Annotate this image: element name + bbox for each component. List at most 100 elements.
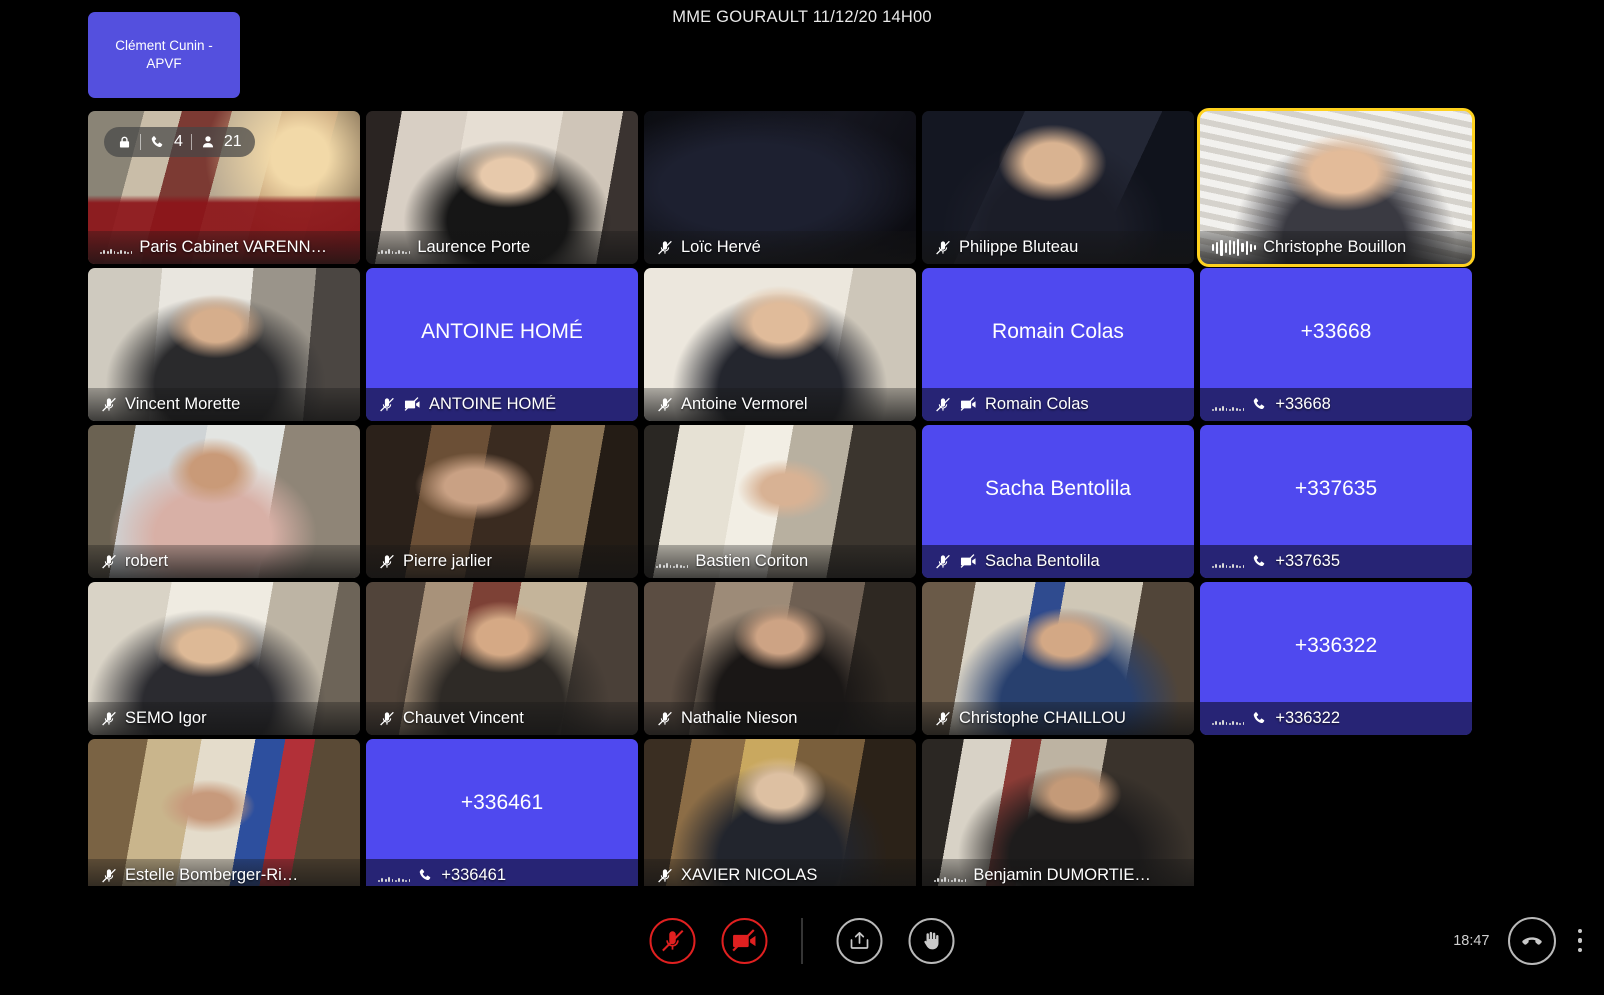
participant-name: +336461 bbox=[441, 866, 507, 884]
video-participant-count: 21 bbox=[223, 133, 242, 150]
placeholder-name: ANTOINE HOMÉ bbox=[421, 319, 583, 343]
participant-label-bar: robert bbox=[88, 545, 360, 578]
self-view-tile[interactable]: Clément Cunin - APVF bbox=[88, 12, 240, 98]
mic-muted-icon bbox=[100, 867, 118, 885]
kebab-dot bbox=[1577, 938, 1582, 943]
participant-tile-nathalie-nieson[interactable]: Nathalie Nieson bbox=[644, 582, 916, 735]
phone-icon bbox=[149, 134, 166, 151]
participant-tile-chauvet-vincent[interactable]: Chauvet Vincent bbox=[366, 582, 638, 735]
participant-name: Bastien Coriton bbox=[695, 552, 809, 570]
placeholder-name: +336322 bbox=[1294, 633, 1378, 657]
participant-label-bar: Vincent Morette bbox=[88, 388, 360, 421]
participant-tile-antoine-home[interactable]: ANTOINE HOMÉ ANTOINE HOMÉ bbox=[366, 268, 638, 421]
call-toolbar: 18:47 bbox=[0, 886, 1604, 995]
placeholder-name: +33668 bbox=[1300, 319, 1372, 343]
mic-muted-icon bbox=[378, 396, 396, 414]
participant-tile-christophe-bouillon[interactable]: Christophe Bouillon bbox=[1197, 108, 1475, 267]
participant-name: Laurence Porte bbox=[417, 238, 531, 256]
participant-label-bar: Chauvet Vincent bbox=[366, 702, 638, 735]
share-screen-icon bbox=[848, 929, 872, 953]
phone-icon bbox=[417, 867, 434, 884]
participant-tile-philippe-bluteau[interactable]: Philippe Bluteau bbox=[922, 111, 1194, 264]
right-gutter bbox=[1478, 0, 1604, 886]
participant-tile-xavier-nicolas[interactable]: XAVIER NICOLAS bbox=[644, 739, 916, 892]
participant-label-bar: SEMO Igor bbox=[88, 702, 360, 735]
placeholder-name: Romain Colas bbox=[992, 319, 1124, 343]
mic-muted-icon bbox=[100, 553, 118, 571]
participant-name: Romain Colas bbox=[985, 395, 1089, 413]
participant-tile-semo-igor[interactable]: SEMO Igor bbox=[88, 582, 360, 735]
participant-label-bar: Antoine Vermorel bbox=[644, 388, 916, 421]
meeting-title: MME GOURAULT 11/12/20 14H00 bbox=[672, 8, 932, 26]
participant-tile-paris-cabinet-varenne[interactable]: 4 21 Paris Cabinet VARENN… bbox=[88, 111, 360, 264]
participant-label-bar: Philippe Bluteau bbox=[922, 231, 1194, 264]
camera-off-icon bbox=[403, 395, 422, 414]
participant-name: Philippe Bluteau bbox=[959, 238, 1079, 256]
camera-off-icon bbox=[959, 395, 978, 414]
participant-label-bar: ANTOINE HOMÉ bbox=[366, 388, 638, 421]
kebab-dot bbox=[1577, 928, 1582, 934]
hangup-button[interactable] bbox=[1507, 916, 1556, 965]
participant-label-bar: +33668 bbox=[1200, 388, 1472, 421]
participant-tile-benjamin-dumortier[interactable]: Benjamin DUMORTIE… bbox=[922, 739, 1194, 892]
mic-muted-icon bbox=[656, 710, 674, 728]
participant-tile-antoine-vermorel[interactable]: Antoine Vermorel bbox=[644, 268, 916, 421]
mic-muted-icon bbox=[100, 396, 118, 414]
participant-name: Christophe Bouillon bbox=[1263, 238, 1407, 256]
participant-name: robert bbox=[125, 552, 169, 570]
audio-level-idle-icon bbox=[378, 241, 411, 254]
participant-tile-phone-336461[interactable]: +336461 +336461 bbox=[366, 739, 638, 892]
participant-tile-bastien-coriton[interactable]: Bastien Coriton bbox=[644, 425, 916, 578]
self-view-label: Clément Cunin - APVF bbox=[115, 37, 213, 71]
raise-hand-icon bbox=[920, 929, 944, 953]
participant-tile-phone-337635[interactable]: +337635 +337635 bbox=[1200, 425, 1472, 578]
participant-tile-christophe-chaillou[interactable]: Christophe CHAILLOU bbox=[922, 582, 1194, 735]
participant-tile-sacha-bentolila[interactable]: Sacha Bentolila Sacha Bentolila bbox=[922, 425, 1194, 578]
participant-tile-vincent-morette[interactable]: Vincent Morette bbox=[88, 268, 360, 421]
audio-level-idle-icon bbox=[1212, 398, 1245, 411]
participant-tile-robert[interactable]: robert bbox=[88, 425, 360, 578]
participant-tile-pierre-jarlier[interactable]: Pierre jarlier bbox=[366, 425, 638, 578]
hangup-icon bbox=[1519, 928, 1545, 954]
participant-label-bar: Paris Cabinet VARENN… bbox=[88, 231, 360, 264]
participant-name: +33668 bbox=[1275, 395, 1331, 413]
mic-toggle-button[interactable] bbox=[649, 917, 696, 964]
mic-muted-icon bbox=[934, 239, 952, 257]
participant-tile-laurence-porte[interactable]: Laurence Porte bbox=[366, 111, 638, 264]
audio-level-idle-icon bbox=[656, 555, 689, 568]
participant-label-bar: +337635 bbox=[1200, 545, 1472, 578]
raise-hand-button[interactable] bbox=[908, 917, 955, 964]
call-clock: 18:47 bbox=[1453, 932, 1490, 949]
mic-muted-icon bbox=[934, 553, 952, 571]
participant-tile-phone-33668[interactable]: +33668 +33668 bbox=[1200, 268, 1472, 421]
participant-label-bar: Laurence Porte bbox=[366, 231, 638, 264]
lock-icon bbox=[117, 135, 132, 150]
room-info-badge: 4 21 bbox=[104, 127, 255, 157]
participant-label-bar: Sacha Bentolila bbox=[922, 545, 1194, 578]
mic-muted-icon bbox=[378, 710, 396, 728]
mic-off-icon bbox=[660, 928, 686, 954]
more-options-button[interactable] bbox=[1574, 923, 1587, 959]
audio-level-idle-icon bbox=[378, 869, 411, 882]
placeholder-name: Sacha Bentolila bbox=[985, 476, 1131, 500]
participant-name: SEMO Igor bbox=[125, 709, 207, 727]
mic-muted-icon bbox=[934, 396, 952, 414]
participant-name: Pierre jarlier bbox=[403, 552, 492, 570]
participant-name: Vincent Morette bbox=[125, 395, 241, 413]
audio-level-idle-icon bbox=[1212, 555, 1245, 568]
participant-tile-romain-colas[interactable]: Romain Colas Romain Colas bbox=[922, 268, 1194, 421]
camera-toggle-button[interactable] bbox=[721, 917, 768, 964]
participant-name: Christophe CHAILLOU bbox=[959, 709, 1126, 727]
participant-label-bar: Pierre jarlier bbox=[366, 545, 638, 578]
phone-participant-count: 4 bbox=[174, 133, 183, 150]
participant-tile-phone-336322[interactable]: +336322 +336322 bbox=[1200, 582, 1472, 735]
participant-name: Estelle Bomberger-Ri… bbox=[125, 866, 299, 884]
participant-tile-loic-herve[interactable]: Loïc Hervé bbox=[644, 111, 916, 264]
participant-tile-estelle-bomberger[interactable]: Estelle Bomberger-Ri… bbox=[88, 739, 360, 892]
participant-name: Antoine Vermorel bbox=[681, 395, 808, 413]
mic-muted-icon bbox=[934, 710, 952, 728]
participant-name: XAVIER NICOLAS bbox=[681, 866, 818, 884]
toolbar-right-controls: 18:47 bbox=[1453, 916, 1587, 965]
share-screen-button[interactable] bbox=[836, 917, 883, 964]
participant-label-bar: Romain Colas bbox=[922, 388, 1194, 421]
